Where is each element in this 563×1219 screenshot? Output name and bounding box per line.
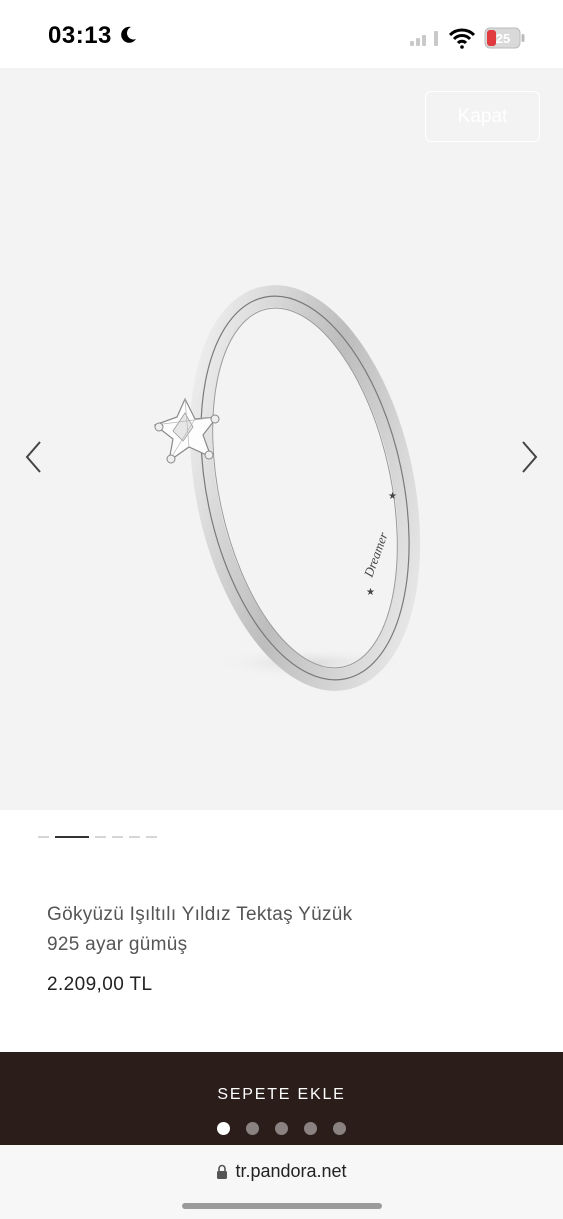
url-text[interactable]: tr.pandora.net [235, 1161, 346, 1182]
status-bar: 03:13 25 [0, 0, 563, 68]
wifi-icon [449, 28, 475, 49]
thumbnail-indicator-segment-active[interactable] [55, 836, 89, 838]
product-image: Dreamer ★ ★ [153, 285, 421, 691]
pager-dots [0, 1122, 563, 1135]
pager-dot[interactable] [246, 1122, 259, 1135]
thumbnail-indicator-segment[interactable] [146, 836, 157, 838]
signal-icon [410, 31, 438, 46]
chevron-left-icon[interactable] [22, 438, 46, 476]
thumbnail-indicator[interactable] [38, 836, 157, 838]
thumbnail-indicator-segment[interactable] [112, 836, 123, 838]
moon-icon [121, 26, 136, 43]
svg-text:★: ★ [366, 587, 375, 598]
add-to-cart-bar: SEPETE EKLE [0, 1052, 563, 1145]
lock-icon [217, 1164, 228, 1179]
chevron-right-icon[interactable] [517, 438, 541, 476]
svg-text:★: ★ [388, 491, 397, 502]
product-price: 2.209,00 TL [47, 974, 153, 995]
status-time: 03:13 [48, 22, 112, 49]
add-to-cart-button[interactable]: SEPETE EKLE [0, 1086, 563, 1104]
product-name: Gökyüzü Işıltılı Yıldız Tektaş Yüzük [47, 904, 353, 925]
thumbnail-indicator-segment[interactable] [38, 836, 49, 838]
product-material: 925 ayar gümüş [47, 934, 188, 955]
thumbnail-indicator-segment[interactable] [129, 836, 140, 838]
pager-dot[interactable] [275, 1122, 288, 1135]
battery-level: 25 [496, 31, 510, 46]
pager-dot[interactable] [333, 1122, 346, 1135]
product-image-gallery[interactable]: Kapat Dreamer ★ ★ [0, 68, 563, 810]
browser-url-bar[interactable]: tr.pandora.net [0, 1145, 563, 1219]
home-indicator [182, 1203, 382, 1209]
pager-dot-active[interactable] [217, 1122, 230, 1135]
close-button[interactable]: Kapat [425, 91, 540, 142]
thumbnail-indicator-segment[interactable] [95, 836, 106, 838]
ring-engraving: Dreamer [360, 529, 391, 580]
pager-dot[interactable] [304, 1122, 317, 1135]
battery-icon: 25 [484, 27, 525, 49]
